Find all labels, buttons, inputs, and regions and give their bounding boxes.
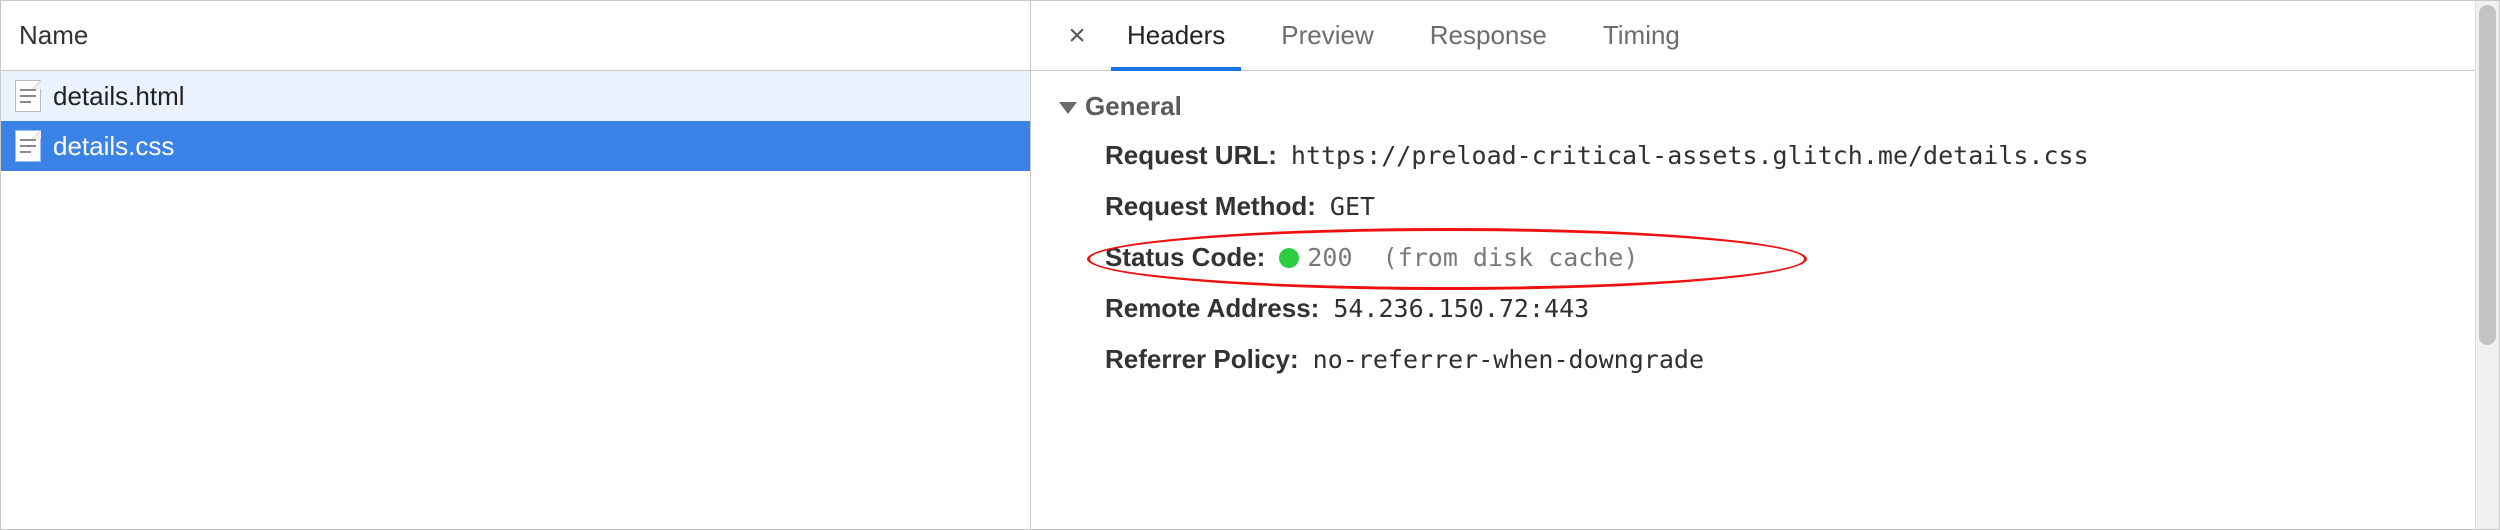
request-row-label: details.css [53,131,174,162]
tab-timing[interactable]: Timing [1575,1,1708,70]
file-icon [15,80,41,112]
row-request-url: Request URL: https://preload-critical-as… [1105,140,2489,171]
request-row-details-html[interactable]: details.html [1,71,1030,121]
request-list-panel: Name details.html details.css [1,1,1031,529]
label-status-code: Status Code: [1105,242,1265,273]
disclosure-triangle-icon [1059,102,1077,114]
file-icon [15,130,41,162]
row-request-method: Request Method: GET [1105,191,2489,222]
request-row-details-css[interactable]: details.css [1,121,1030,171]
request-details-panel: × Headers Preview Response Timing Genera… [1031,1,2499,529]
request-list-header-name[interactable]: Name [1,1,1030,71]
column-header-name: Name [19,20,88,51]
tab-response[interactable]: Response [1402,1,1575,70]
label-request-method: Request Method: [1105,191,1316,222]
tab-headers[interactable]: Headers [1099,1,1253,70]
value-request-method[interactable]: GET [1330,192,1375,221]
row-status-code: Status Code: 200 (from disk cache) [1105,242,2489,273]
value-request-url[interactable]: https://preload-critical-assets.glitch.m… [1291,141,2089,170]
label-request-url: Request URL: [1105,140,1277,171]
section-general-toggle[interactable]: General [1059,91,2489,122]
value-status-code[interactable]: 200 (from disk cache) [1279,243,1638,272]
row-remote-address: Remote Address: 54.236.150.72:443 [1105,293,2489,324]
scrollbar-thumb[interactable] [2479,5,2496,345]
label-remote-address: Remote Address: [1105,293,1319,324]
section-general-title: General [1085,91,1182,122]
status-dot-icon [1279,248,1299,268]
headers-body: General Request URL: https://preload-cri… [1031,71,2499,529]
value-remote-address[interactable]: 54.236.150.72:443 [1333,294,1589,323]
details-tabbar: × Headers Preview Response Timing [1031,1,2499,71]
label-referrer-policy: Referrer Policy: [1105,344,1299,375]
request-row-label: details.html [53,81,185,112]
scrollbar-track[interactable] [2475,1,2499,529]
devtools-network-panel: Name details.html details.css × Headers … [0,0,2500,530]
value-referrer-policy[interactable]: no-referrer-when-downgrade [1313,345,1704,374]
tab-preview[interactable]: Preview [1253,1,1401,70]
row-referrer-policy: Referrer Policy: no-referrer-when-downgr… [1105,344,2489,375]
close-icon[interactable]: × [1055,21,1099,51]
